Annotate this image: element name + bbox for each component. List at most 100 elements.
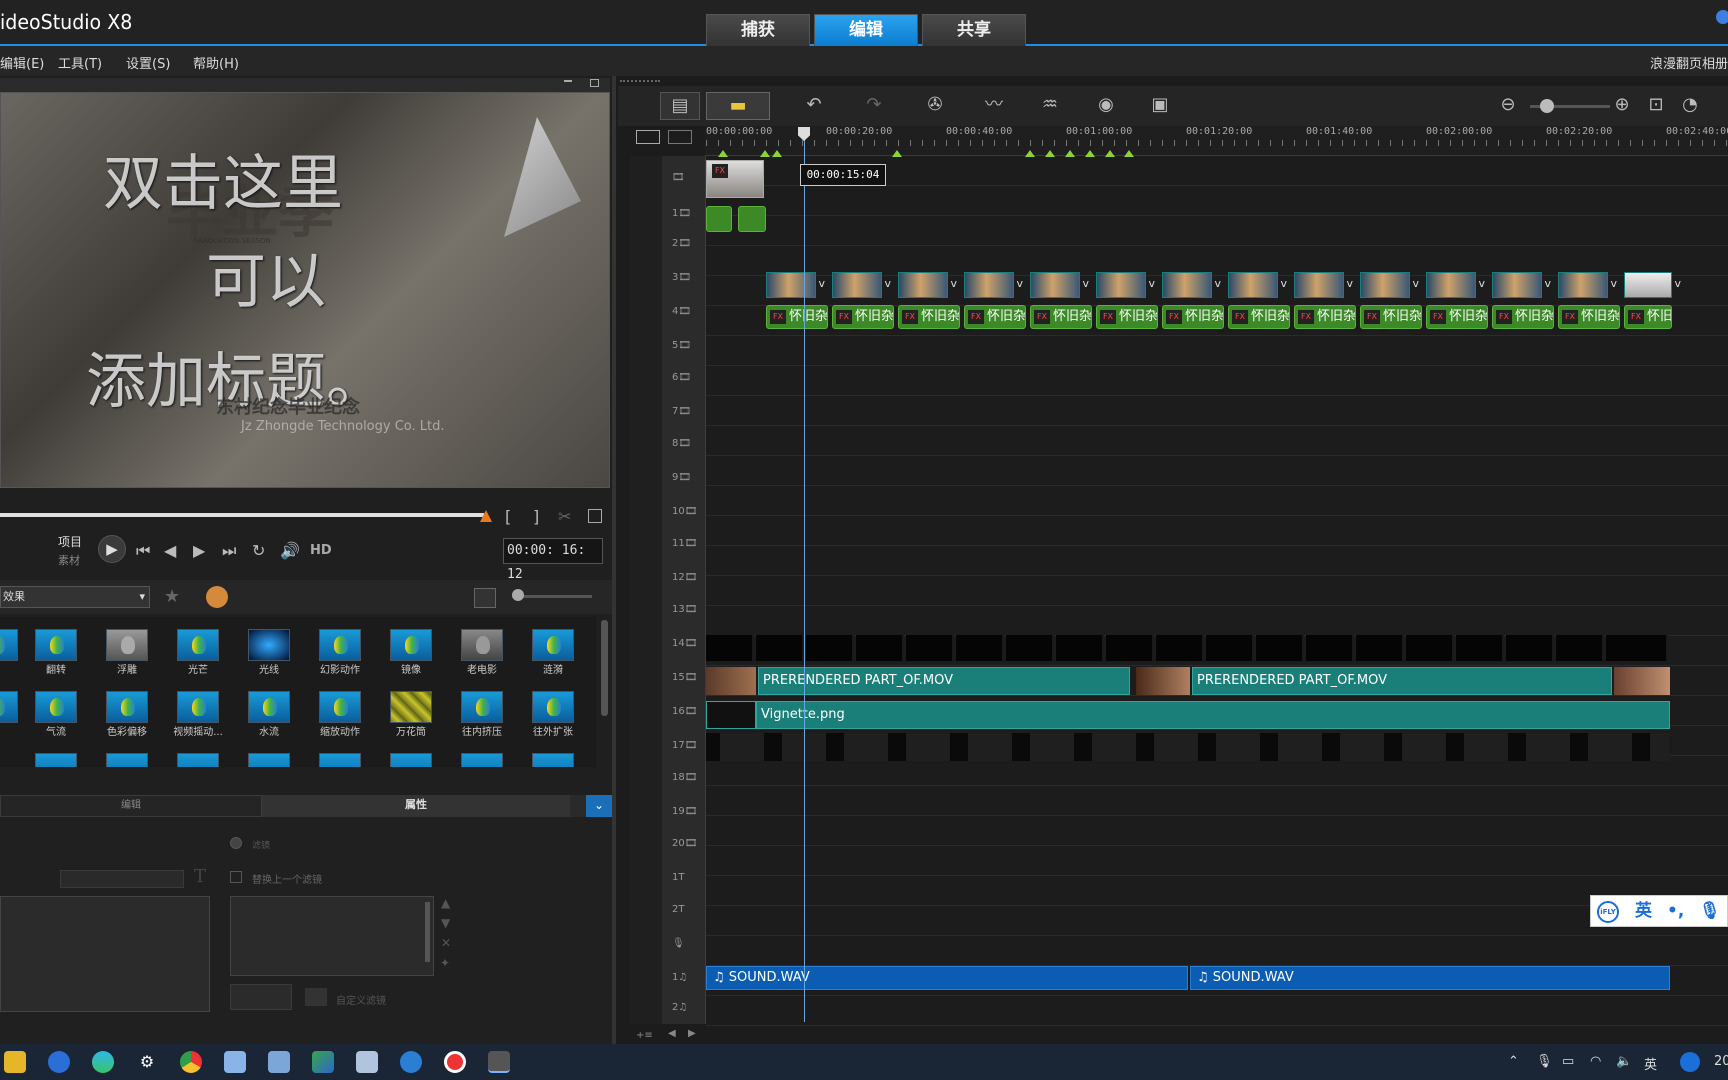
overlay-clip[interactable] [1624,272,1681,298]
redo-icon[interactable]: ↷ [854,92,894,120]
overlay-clip[interactable] [1096,272,1155,298]
playhead-line[interactable] [804,132,805,1022]
filter-list-scrollbar[interactable] [425,902,430,962]
thumb-size-handle[interactable] [512,589,524,601]
overlay-track-icon[interactable]: 14🎞 [672,638,698,656]
multi-camera-icon[interactable]: ▣ [1140,92,1180,120]
overlay-clip[interactable] [766,272,825,298]
overlay-clip[interactable] [1456,635,1504,661]
effect-thumb[interactable] [532,753,574,767]
music-clip[interactable]: ♫ SOUND.WAV [1190,966,1670,990]
menu-settings[interactable]: 设置(S) [126,53,170,72]
tab-attribute[interactable]: 属性 [262,795,570,817]
repeat-icon[interactable]: ↻ [252,541,265,560]
edge-icon[interactable] [92,1051,114,1073]
filter-list[interactable] [230,896,434,976]
overlay-clip[interactable] [756,635,804,661]
effect-thumb[interactable] [0,629,18,661]
effect-pinch-in[interactable] [461,691,503,723]
photos-app-icon[interactable] [312,1051,334,1073]
tray-chevron-icon[interactable]: ⌃ [1508,1054,1519,1069]
overlay-clip[interactable]: 怀旧杂 [964,305,1026,329]
timeline-view-icon[interactable]: ▬ [706,92,770,120]
effect-thumb[interactable] [35,753,77,767]
zoom-out-icon[interactable]: ⊖ [1488,92,1528,120]
effect-mirror[interactable] [390,629,432,661]
overlay-track-icon[interactable]: 7🎞 [672,406,698,424]
effect-old-film[interactable] [461,629,503,661]
delete-icon[interactable]: ✕ [441,936,451,950]
move-up-icon[interactable]: ▲ [441,896,450,910]
collapse-icon[interactable]: ⌄ [586,795,612,817]
library-scrollbar[interactable] [601,620,608,716]
overlay-track-icon[interactable]: 13🎞 [672,604,698,622]
overlay-clip[interactable] [1556,635,1604,661]
overlay-clip[interactable] [1306,635,1354,661]
tray-mic-icon[interactable]: 🎙 [1536,1054,1553,1069]
battery-icon[interactable]: ▭ [1562,1054,1574,1069]
overlay-clip[interactable]: 怀旧杂 [1294,305,1356,329]
effect-glow[interactable] [177,629,219,661]
overlay-clip[interactable] [1256,635,1304,661]
overlay-track-icon[interactable]: 4🎞 [672,306,698,324]
mode-clip[interactable]: 素材 [58,552,80,568]
help-icon[interactable] [1716,10,1728,24]
menu-tools[interactable]: 工具(T) [58,53,102,72]
add-favorite-icon[interactable]: ★ [164,586,180,607]
overlay-track-icon[interactable]: 6🎞 [672,372,698,390]
overlay-clip[interactable] [738,206,766,232]
punctuation-icon[interactable]: •, [1667,896,1684,926]
overlay-clip[interactable] [1206,635,1254,661]
overlay-clip[interactable] [1406,635,1454,661]
motion-track-icon[interactable]: ♒ [1030,92,1070,120]
cut-icon[interactable]: ✂ [558,507,571,526]
wifi-icon[interactable]: ◠ [1590,1054,1601,1069]
settings-gear-icon[interactable]: ⚙ [136,1051,158,1073]
effect-water[interactable] [248,691,290,723]
overlay-clip[interactable]: 怀旧杂 [1162,305,1224,329]
overlay-clip[interactable] [1156,635,1204,661]
overlay-clip[interactable] [706,206,732,232]
overlay-clip[interactable] [1106,635,1154,661]
overlay-track-icon[interactable]: 10🎞 [672,506,698,524]
music-track-icon[interactable]: 1♫ [672,972,698,990]
ime-toolbar[interactable]: iFLY 英 •, 🎙 [1590,895,1728,927]
effect-thumb[interactable] [0,691,18,723]
move-down-icon[interactable]: ▼ [441,916,450,930]
next-frame-icon[interactable]: ▶ [193,541,205,560]
ime-language[interactable]: 英 [1635,896,1652,926]
overlay-clip-strip[interactable] [706,733,1670,761]
overlay-clip[interactable] [832,272,891,298]
hd-toggle[interactable]: HD [310,543,332,558]
preview-window[interactable]: 毕业季 GRADUATION SEASON 双击这里 可以 添加标题。 东村纪念… [0,92,610,488]
effect-options-icon[interactable] [206,586,228,608]
overlay-clip[interactable]: 怀旧杂 [1030,305,1092,329]
music-clip[interactable]: ♫ SOUND.WAV [706,966,1188,990]
overlay-clip[interactable] [1356,635,1404,661]
play-button[interactable]: ▶ [98,535,126,563]
overlay-clip[interactable]: 怀旧杂 [1492,305,1554,329]
maximize-icon[interactable] [590,79,599,87]
overlay-clip[interactable]: 怀旧杂 [1426,305,1488,329]
overlay-clip[interactable] [956,635,1004,661]
prerendered-clip[interactable]: PRERENDERED PART_OF.MOV [1192,667,1612,695]
effect-emboss[interactable] [106,629,148,661]
overlay-clip[interactable] [1006,635,1054,661]
overlay-track-icon[interactable]: 15🎞 [672,672,698,690]
effect-phantom[interactable] [319,629,361,661]
overlay-track-icon[interactable]: 8🎞 [672,438,698,456]
notepad-icon[interactable] [224,1051,246,1073]
custom-icon[interactable]: ✦ [440,956,450,970]
thumb-size-slider[interactable] [512,595,592,598]
app-s-icon[interactable] [400,1051,422,1073]
videostudio-taskbar-icon[interactable] [488,1051,510,1073]
effect-zoom[interactable] [319,691,361,723]
overlay-clip[interactable] [1506,635,1554,661]
ifly-tray-icon[interactable] [1680,1052,1700,1072]
volume-tray-icon[interactable]: 🔈 [1616,1054,1632,1069]
subtitle-icon[interactable]: ◉ [1086,92,1126,120]
effect-ripple[interactable] [532,629,574,661]
overlay-track-icon[interactable]: 2🎞 [672,238,698,256]
tab-edit-options[interactable]: 编辑 [0,795,262,817]
smart-proxy-icon[interactable]: ✇ [915,92,955,120]
